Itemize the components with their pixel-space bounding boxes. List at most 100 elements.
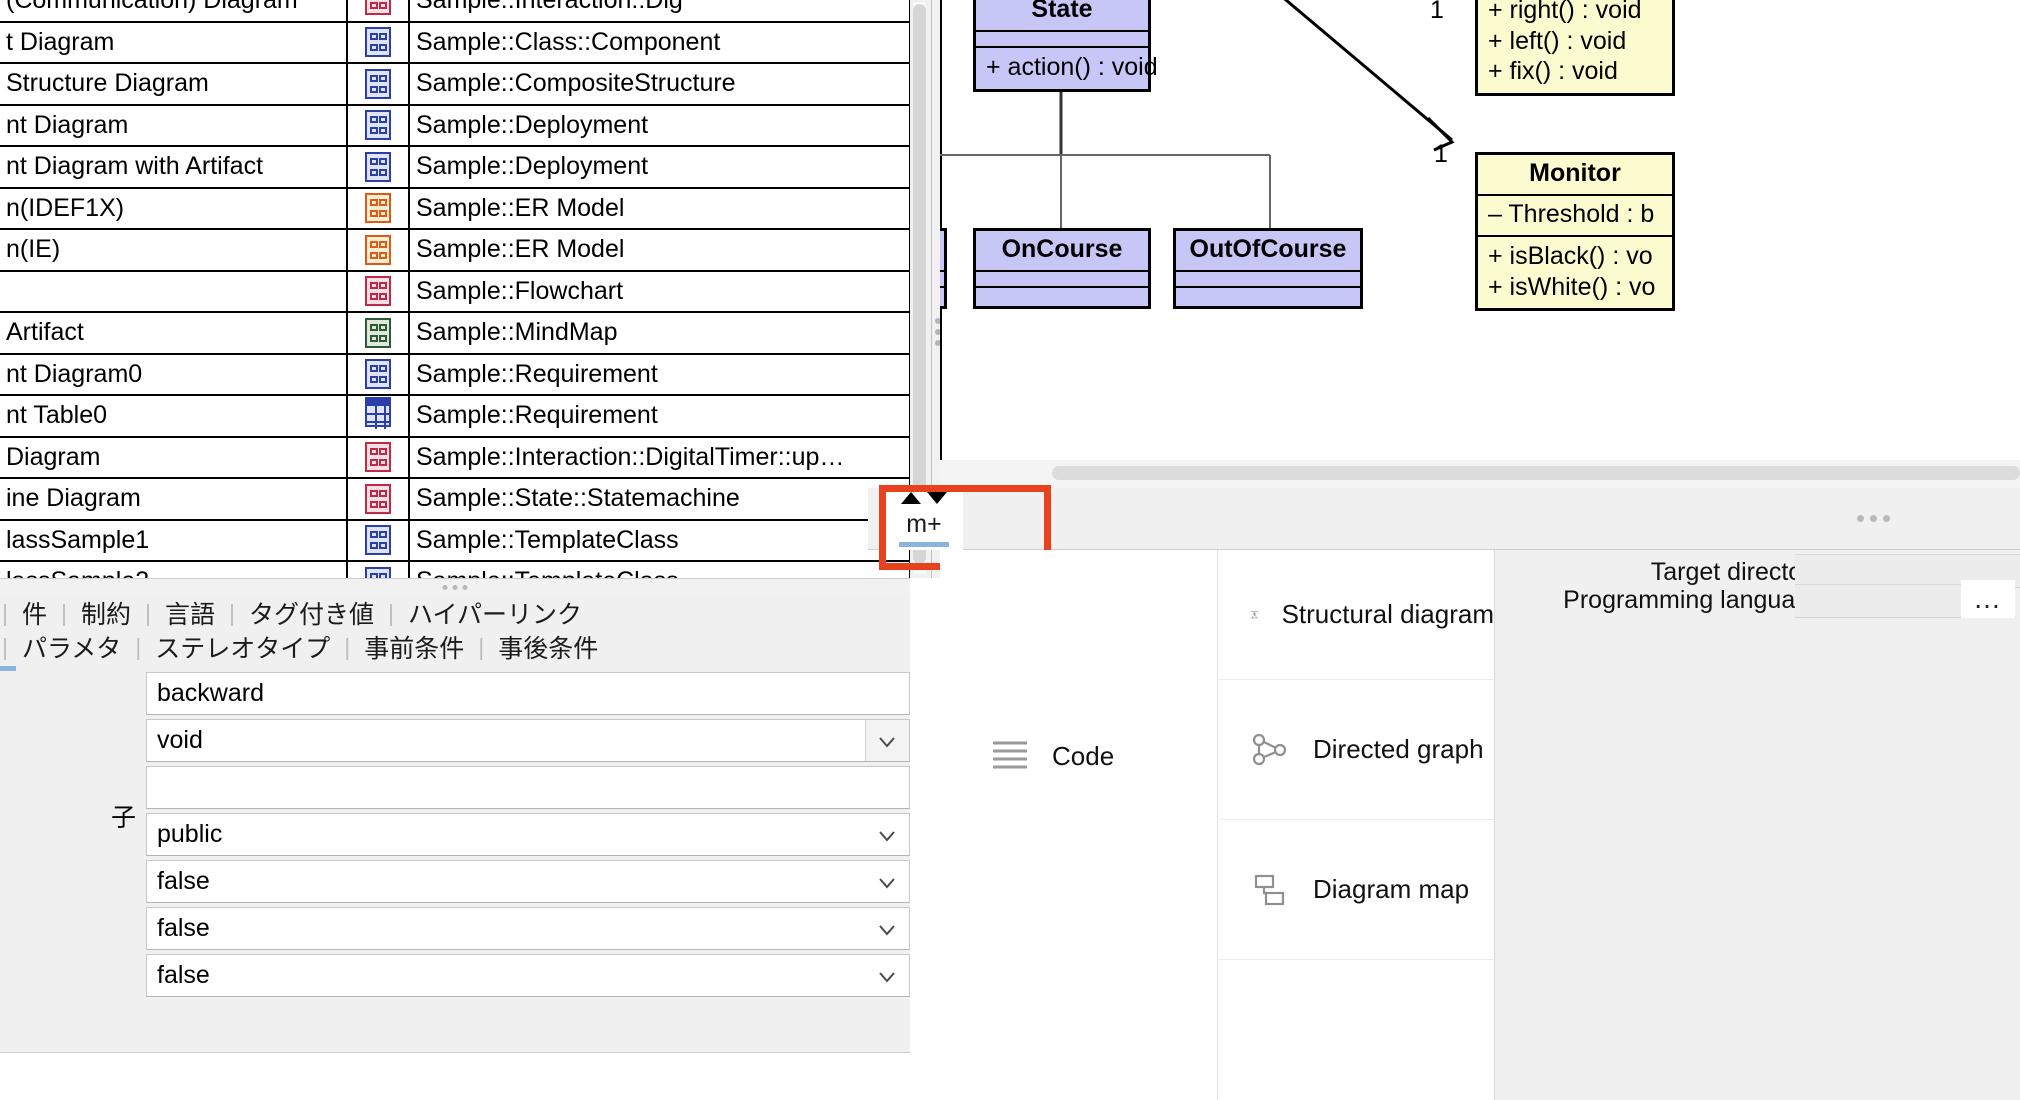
- tab-parameter[interactable]: パラメタ: [10, 629, 133, 665]
- table-row[interactable]: lassSample1 Sample::TemplateClass: [0, 519, 910, 562]
- output-settings-panel[interactable]: Target directory: Programming language: …: [1494, 550, 2020, 1100]
- table-row[interactable]: nt Diagram0 Sample::Requirement: [0, 353, 910, 396]
- property-tabs-row-2[interactable]: | パラメタ | ステレオタイプ | 事前条件 | 事後条件: [0, 630, 910, 664]
- tab-separator: |: [2, 633, 8, 660]
- tab-scroll-arrows[interactable]: [900, 490, 948, 506]
- table-row[interactable]: nt Diagram with Artifact Sample::Deployme…: [0, 146, 910, 189]
- blank-field[interactable]: [146, 766, 910, 809]
- chevron-down-icon[interactable]: [877, 732, 895, 750]
- programming-language-input[interactable]: [1795, 584, 1961, 618]
- structural-diagram-icon: [1250, 610, 1259, 618]
- editor-tab-underline: [899, 542, 949, 547]
- uml-class-state[interactable]: State + action() : void: [973, 0, 1158, 92]
- form-field-row: void: [146, 719, 910, 764]
- table-row[interactable]: Sample::Flowchart: [0, 270, 910, 313]
- diagram-path-cell: Sample::MindMap: [409, 312, 910, 355]
- table-row[interactable]: ine Diagram Sample::State::Statemachine: [0, 478, 910, 521]
- chevron-down-icon[interactable]: [877, 826, 895, 844]
- tab-tagged-value[interactable]: タグ付き値: [237, 595, 386, 631]
- requirement-table-icon: [365, 397, 391, 430]
- field-value: void: [157, 726, 203, 754]
- requirement-diagram-icon: [365, 359, 391, 390]
- return-type-field[interactable]: void: [146, 719, 910, 762]
- class-diagram-icon: [365, 566, 391, 578]
- is-static-field[interactable]: false: [146, 860, 910, 903]
- output-option-label: Structural diagram: [1281, 599, 1494, 629]
- uml-class-name: Monitor: [1478, 155, 1672, 196]
- diagram-name-cell: nt Diagram with Artifact: [0, 146, 348, 189]
- tab-postcondition[interactable]: 事後条件: [486, 629, 610, 665]
- uml-class-monitor[interactable]: Monitor – Threshold : b + isBlack() : vo…: [1475, 152, 1675, 311]
- name-field[interactable]: backward: [146, 672, 910, 715]
- chevron-down-icon[interactable]: [877, 873, 895, 891]
- uml-attributes-compartment: [940, 272, 944, 288]
- tab-separator: |: [344, 633, 351, 660]
- triangle-up-icon[interactable]: [900, 490, 922, 506]
- flowchart-icon: [365, 276, 391, 307]
- uml-class-outofcourse[interactable]: OutOfCourse: [1173, 228, 1363, 309]
- table-row[interactable]: lassSample2 Sample::TemplateClass: [0, 561, 910, 578]
- tab-language[interactable]: 言語: [153, 595, 227, 631]
- tab-constraint[interactable]: 制約: [69, 595, 143, 631]
- diagram-type-icon-cell: [347, 229, 410, 272]
- triangle-down-icon[interactable]: [926, 490, 948, 506]
- table-row[interactable]: Diagram Sample::Interaction::DigitalTimer…: [0, 436, 910, 479]
- property-form[interactable]: 子 backward void public false false false: [0, 672, 910, 1100]
- output-item-code[interactable]: Code: [940, 726, 1218, 786]
- tab-separator: |: [478, 633, 485, 660]
- mindmap-icon: [365, 317, 391, 348]
- editor-tab-label: m+: [906, 510, 942, 538]
- horizontal-splitter-left[interactable]: [0, 578, 910, 596]
- table-row[interactable]: Artifact Sample::MindMap: [0, 312, 910, 355]
- output-option-directed-graph[interactable]: Directed graph: [1219, 680, 1494, 820]
- table-row[interactable]: nt Diagram Sample::Deployment: [0, 104, 910, 147]
- diagram-type-icon-cell: [347, 63, 410, 106]
- diagram-canvas[interactable]: State + action() : void Idle OnCourse Ou…: [940, 0, 2020, 460]
- uml-class-oncourse[interactable]: OnCourse: [973, 228, 1151, 309]
- property-tabs-row-1[interactable]: | 件 | 制約 | 言語 | タグ付き値 | ハイパーリンク: [0, 596, 910, 630]
- output-type-panel[interactable]: Structural diagram Directed graph Diagra…: [1219, 550, 1494, 1100]
- diagram-type-icon-cell: [347, 519, 410, 562]
- diagram-list-table[interactable]: (Communication) DiagramSample::Interacti…: [0, 0, 910, 578]
- editor-tab-bar[interactable]: [868, 488, 2020, 550]
- chevron-down-icon[interactable]: [877, 920, 895, 938]
- diagram-name-cell: nt Table0: [0, 395, 348, 438]
- diagram-type-icon-cell: [347, 312, 410, 355]
- diagram-path-cell: Sample::CompositeStructure: [409, 63, 910, 106]
- canvas-horizontal-scrollbar[interactable]: [940, 460, 2020, 488]
- is-abstract-field[interactable]: false: [146, 907, 910, 950]
- tab-condition[interactable]: 件: [10, 595, 59, 631]
- diagram-path-cell: Sample::Interaction::Dig: [409, 0, 910, 23]
- output-option-diagram-map[interactable]: Diagram map: [1219, 820, 1494, 960]
- diagram-name-cell: ine Diagram: [0, 478, 348, 521]
- table-row[interactable]: Structure Diagram Sample::CompositeStruct…: [0, 63, 910, 106]
- tab-hyperlink[interactable]: ハイパーリンク: [396, 595, 594, 631]
- uml-class-name: OnCourse: [976, 231, 1148, 272]
- deployment-diagram-icon: [365, 110, 391, 141]
- scrollbar-thumb[interactable]: [913, 4, 926, 564]
- diagram-list-panel[interactable]: (Communication) DiagramSample::Interacti…: [0, 0, 910, 578]
- er-diagram-icon: [365, 234, 391, 265]
- property-editor-panel[interactable]: | 件 | 制約 | 言語 | タグ付き値 | ハイパーリンク | パラメタ |…: [0, 596, 910, 1100]
- table-row[interactable]: n(IE) Sample::ER Model: [0, 229, 910, 272]
- uml-class-steering[interactable]: + right() : void + left() : void + fix()…: [1475, 0, 1675, 96]
- uml-class-idle[interactable]: Idle: [940, 228, 947, 309]
- visibility-field[interactable]: public: [146, 813, 910, 856]
- table-row[interactable]: nt Table0 Sample::Requirement: [0, 395, 910, 438]
- tab-stereotype[interactable]: ステレオタイプ: [143, 629, 342, 665]
- output-option-structural-diagram[interactable]: Structural diagram: [1219, 550, 1494, 680]
- scrollbar-thumb[interactable]: [1052, 466, 2020, 480]
- diagram-type-icon-cell: [347, 395, 410, 438]
- editor-tab-m-plus[interactable]: m+: [885, 488, 963, 550]
- browse-button[interactable]: …: [1961, 580, 2015, 618]
- table-row[interactable]: t Diagram Sample::Class::Component: [0, 21, 910, 64]
- table-row[interactable]: (Communication) Diagram Sample::Interacti…: [0, 0, 910, 23]
- tab-precondition[interactable]: 事前条件: [352, 629, 476, 665]
- chevron-down-icon[interactable]: [877, 967, 895, 985]
- table-row[interactable]: n(IDEF1X) Sample::ER Model: [0, 187, 910, 230]
- tab-overflow-dots-icon[interactable]: [1857, 515, 1890, 522]
- is-leaf-field[interactable]: false: [146, 954, 910, 997]
- tab-separator: |: [145, 599, 151, 626]
- output-category-panel[interactable]: Code: [940, 550, 1218, 1100]
- output-item-label: Code: [1052, 740, 1115, 771]
